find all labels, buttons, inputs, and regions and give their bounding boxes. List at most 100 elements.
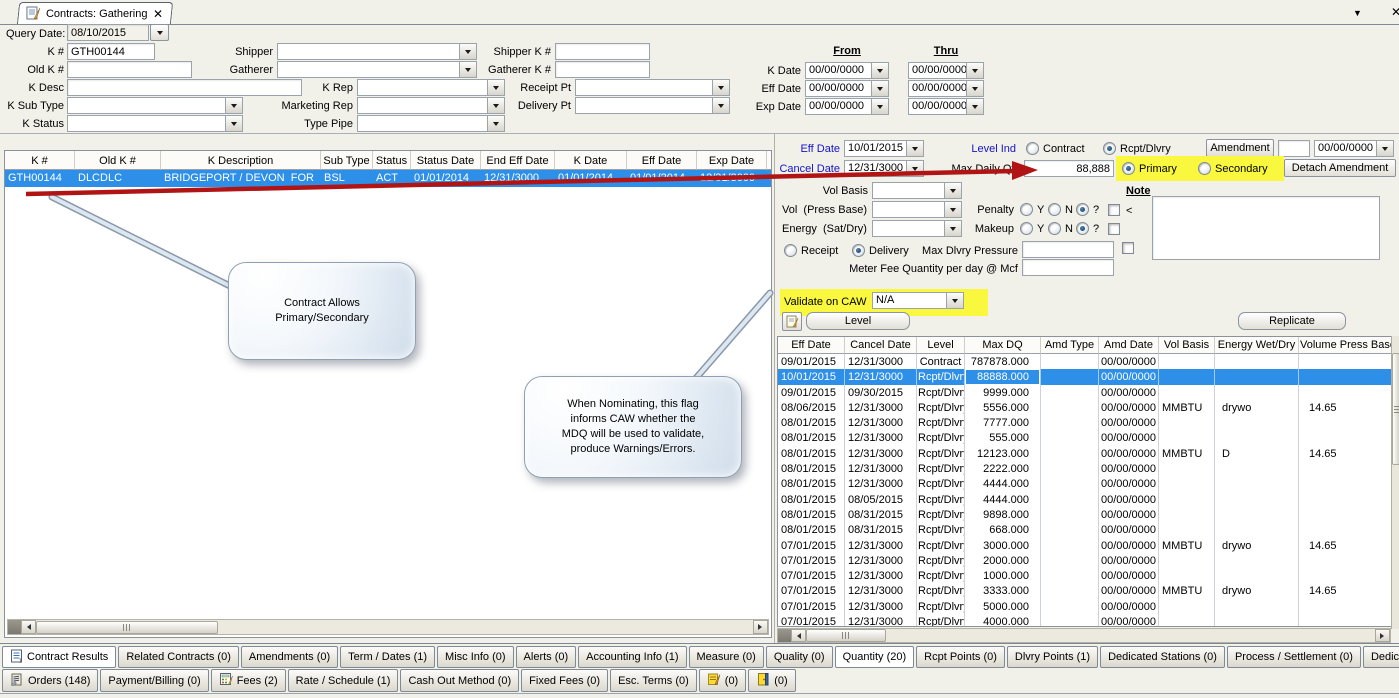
tab-fixed-fees-0[interactable]: Fixed Fees (0) — [521, 669, 608, 692]
amendment-date-combo[interactable]: 00/00/0000 — [1314, 140, 1394, 157]
k-date-from-combo[interactable]: 00/00/0000 — [805, 62, 889, 79]
right-grid-hscrollbar[interactable] — [777, 628, 1391, 643]
table-row[interactable]: 07/01/201512/31/3000Rcpt/Dlvry4000.00000… — [778, 614, 1391, 627]
tab-rate-schedule-1[interactable]: Rate / Schedule (1) — [288, 669, 399, 692]
tab-0[interactable]: (0) — [699, 669, 746, 692]
table-row[interactable]: 08/01/201508/31/2015Rcpt/Dlvry668.00000/… — [778, 522, 1391, 537]
validate-on-caw-combo[interactable]: N/A — [872, 292, 964, 309]
scrollbar-thumb[interactable] — [806, 629, 886, 642]
vol-press-base-combo[interactable] — [872, 201, 962, 218]
table-row[interactable]: 07/01/201512/31/3000Rcpt/Dlvry3333.00000… — [778, 583, 1391, 598]
scrollbar-thumb[interactable] — [1392, 353, 1399, 465]
energy-sat-dry-combo[interactable] — [872, 220, 962, 237]
radio-penalty-unknown[interactable]: ? — [1076, 203, 1099, 216]
note-textarea[interactable] — [1152, 196, 1380, 260]
column-header[interactable]: Eff Date — [778, 337, 845, 354]
table-row[interactable]: 09/01/201512/31/3000Contract787878.00000… — [778, 354, 1391, 369]
tabstrip-close-icon[interactable]: ✕ — [1391, 6, 1399, 18]
max-daily-qty-field[interactable]: 88,888 — [1024, 160, 1114, 177]
k-status-combo[interactable] — [67, 115, 243, 132]
column-header[interactable]: Sub Type — [321, 151, 373, 170]
table-row[interactable]: 08/06/201512/31/3000Rcpt/Dlvry5556.00000… — [778, 400, 1391, 415]
radio-makeup-n[interactable]: N — [1048, 222, 1073, 235]
radio-level-contract[interactable]: Contract — [1026, 142, 1085, 155]
table-row[interactable]: 07/01/201512/31/3000Rcpt/Dlvry1000.00000… — [778, 568, 1391, 583]
scroll-right-button[interactable] — [753, 620, 768, 634]
column-header[interactable]: K Description — [161, 151, 321, 170]
table-row[interactable]: 08/01/201512/31/3000Rcpt/Dlvry12123.0000… — [778, 446, 1391, 461]
table-row[interactable]: 08/01/201508/31/2015Rcpt/Dlvry9898.00000… — [778, 507, 1391, 522]
shipper-k-number-input[interactable] — [555, 43, 650, 60]
column-header[interactable]: K # — [5, 151, 75, 170]
penalty-checkbox[interactable] — [1108, 204, 1120, 216]
tab-alerts-0[interactable]: Alerts (0) — [516, 646, 577, 668]
right-grid-vscrollbar[interactable] — [1391, 336, 1399, 629]
meter-fee-field[interactable] — [1022, 259, 1114, 276]
shipper-combo[interactable] — [277, 43, 477, 60]
pressure-checkbox[interactable] — [1122, 242, 1134, 254]
column-header[interactable]: Amd Date — [1099, 337, 1159, 354]
tab-contract-results[interactable]: 1Contract Results — [2, 646, 116, 668]
k-desc-input[interactable] — [67, 79, 302, 96]
max-dlvry-pressure-field[interactable] — [1022, 241, 1114, 258]
table-row[interactable]: 08/01/201512/31/3000Rcpt/Dlvry2222.00000… — [778, 461, 1391, 476]
cancel-date-combo[interactable]: 12/31/3000 — [844, 160, 924, 177]
exp-date-from-combo[interactable]: 00/00/0000 — [805, 98, 889, 115]
exp-date-thru-combo[interactable]: 00/00/0000 — [908, 98, 984, 115]
table-row[interactable]: 08/01/201512/31/3000Rcpt/Dlvry4444.00000… — [778, 476, 1391, 491]
tab-accounting-info-1[interactable]: Accounting Info (1) — [578, 646, 686, 668]
amendment-ref-field[interactable] — [1278, 140, 1310, 157]
radio-makeup-y[interactable]: Y — [1020, 222, 1044, 235]
left-grid-hscrollbar[interactable] — [7, 619, 769, 635]
tab-esc-terms-0[interactable]: Esc. Terms (0) — [610, 669, 697, 692]
amendment-button[interactable]: Amendment — [1206, 139, 1274, 157]
delivery-pt-combo[interactable] — [575, 97, 730, 114]
query-date-field[interactable]: 08/10/2015 — [67, 24, 149, 41]
tab-dedicated-stations-0[interactable]: Dedicated Stations (0) — [1100, 646, 1225, 668]
column-header[interactable]: Cancel Date — [845, 337, 917, 354]
level-button[interactable]: Level — [806, 312, 910, 330]
tab-quality-0[interactable]: Quality (0) — [766, 646, 833, 668]
close-icon[interactable]: ✕ — [152, 8, 162, 20]
tab-payment-billing-0[interactable]: Payment/Billing (0) — [100, 669, 208, 692]
detail-eff-date-combo[interactable]: 10/01/2015 — [844, 140, 924, 157]
radio-penalty-y[interactable]: Y — [1020, 203, 1044, 216]
radio-secondary[interactable]: Secondary — [1198, 162, 1268, 175]
edit-level-icon-button[interactable] — [782, 312, 802, 331]
type-pipe-combo[interactable] — [357, 115, 505, 132]
gatherer-k-number-input[interactable] — [555, 61, 650, 78]
table-row[interactable]: 10/01/201512/31/3000Rcpt/Dlvry88888.0000… — [778, 369, 1391, 384]
k-rep-combo[interactable] — [357, 79, 505, 96]
tab-orders-148[interactable]: Orders (148) — [2, 669, 98, 692]
column-header[interactable]: End Eff Date — [481, 151, 555, 170]
column-header[interactable]: K Date — [555, 151, 627, 170]
tab-fees-2[interactable]: Fees (2) — [211, 669, 286, 692]
tab-dlvry-points-1[interactable]: Dlvry Points (1) — [1007, 646, 1098, 668]
eff-date-from-combo[interactable]: 00/00/0000 — [805, 80, 889, 97]
tab-amendments-0[interactable]: Amendments (0) — [241, 646, 338, 668]
column-header[interactable]: Vol Basis — [1159, 337, 1215, 354]
column-header[interactable]: Status — [373, 151, 411, 170]
tab-cash-out-method-0[interactable]: Cash Out Method (0) — [400, 669, 519, 692]
table-row[interactable]: 07/01/201512/31/3000Rcpt/Dlvry3000.00000… — [778, 538, 1391, 553]
detach-amendment-button[interactable]: Detach Amendment — [1284, 159, 1396, 177]
tab-quantity-20[interactable]: Quantity (20) — [835, 646, 915, 668]
scroll-left-button[interactable] — [21, 620, 36, 634]
tab-0[interactable]: (0) — [748, 669, 795, 692]
receipt-pt-combo[interactable] — [575, 79, 730, 96]
query-date-dropdown-button[interactable] — [150, 24, 169, 41]
column-header[interactable]: Volume Press Base — [1299, 337, 1391, 354]
radio-delivery[interactable]: Delivery — [852, 244, 909, 257]
tab-contracts-gathering[interactable]: Contracts: Gathering ✕ — [17, 2, 173, 25]
makeup-checkbox[interactable] — [1108, 223, 1120, 235]
radio-primary[interactable]: Primary — [1122, 162, 1177, 175]
scrollbar-thumb[interactable] — [36, 621, 218, 634]
eff-date-thru-combo[interactable]: 00/00/0000 — [908, 80, 984, 97]
scroll-left-button[interactable] — [791, 629, 806, 642]
table-row[interactable]: GTH00144DLCDLCBRIDGEPORT / DEVON FORBSLA… — [5, 170, 771, 187]
k-sub-type-combo[interactable] — [67, 97, 243, 114]
table-row[interactable]: 07/01/201512/31/3000Rcpt/Dlvry5000.00000… — [778, 599, 1391, 614]
scroll-right-button[interactable] — [1375, 629, 1390, 642]
replicate-button[interactable]: Replicate — [1238, 312, 1346, 330]
radio-level-rcpt-dlvry[interactable]: Rcpt/Dlvry — [1103, 142, 1171, 155]
